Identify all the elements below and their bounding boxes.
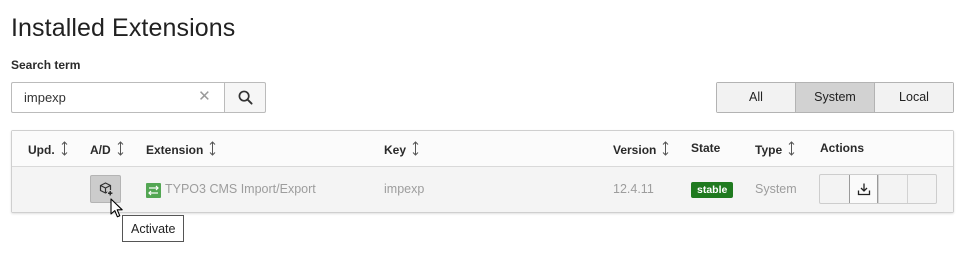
filter-local-button[interactable]: Local xyxy=(875,83,953,112)
column-header-upd-label: Upd. xyxy=(28,143,55,157)
sort-icon xyxy=(788,141,795,159)
filter-all-button[interactable]: All xyxy=(717,83,796,112)
search-button[interactable] xyxy=(224,82,266,113)
action-button-blank[interactable] xyxy=(907,175,936,203)
sort-icon xyxy=(662,141,669,159)
download-button[interactable] xyxy=(849,175,878,203)
column-header-type-label: Type xyxy=(755,143,783,157)
column-header-upd[interactable]: Upd. xyxy=(28,141,68,159)
sort-icon xyxy=(209,141,216,159)
search-group: ✕ xyxy=(11,82,266,113)
extension-title: TYPO3 CMS Import/Export xyxy=(165,182,316,196)
column-header-actions: Actions xyxy=(820,141,865,155)
actions-button-group xyxy=(819,174,937,204)
table-header-row: Upd. A/D Extension Key Version State Typ… xyxy=(12,131,953,167)
column-header-ad[interactable]: A/D xyxy=(90,141,124,159)
state-badge: stable xyxy=(691,182,734,198)
search-term-label: Search term xyxy=(11,58,81,72)
column-header-key-label: Key xyxy=(384,143,407,157)
column-header-extension[interactable]: Extension xyxy=(146,141,216,159)
activate-tooltip: Activate xyxy=(122,215,185,242)
download-icon xyxy=(857,183,870,196)
import-export-icon xyxy=(146,183,161,198)
search-input[interactable] xyxy=(12,83,204,112)
action-button-blank[interactable] xyxy=(878,175,907,203)
activate-extension-icon xyxy=(99,182,113,197)
column-header-ad-label: A/D xyxy=(90,143,111,157)
column-header-version[interactable]: Version xyxy=(613,141,669,159)
sort-icon xyxy=(117,141,124,159)
extension-type: System xyxy=(755,182,797,196)
extension-version: 12.4.11 xyxy=(613,182,654,196)
page-title: Installed Extensions xyxy=(11,14,236,42)
extension-filter-group: All System Local xyxy=(716,82,954,113)
column-header-extension-label: Extension xyxy=(146,143,204,157)
close-icon[interactable]: ✕ xyxy=(198,89,211,104)
column-header-key[interactable]: Key xyxy=(384,141,419,159)
sort-icon xyxy=(61,141,68,159)
sort-icon xyxy=(412,141,419,159)
extensions-table: Upd. A/D Extension Key Version State Typ… xyxy=(11,130,954,213)
extension-key: impexp xyxy=(384,182,425,196)
column-header-version-label: Version xyxy=(613,143,657,157)
action-button-blank[interactable] xyxy=(820,175,849,203)
table-row: TYPO3 CMS Import/Export impexp 12.4.11 s… xyxy=(12,167,953,212)
column-header-state: State xyxy=(691,141,721,155)
column-header-type[interactable]: Type xyxy=(755,141,795,159)
search-icon xyxy=(238,90,253,105)
search-input-wrapper: ✕ xyxy=(11,82,225,113)
filter-system-button[interactable]: System xyxy=(796,83,875,112)
